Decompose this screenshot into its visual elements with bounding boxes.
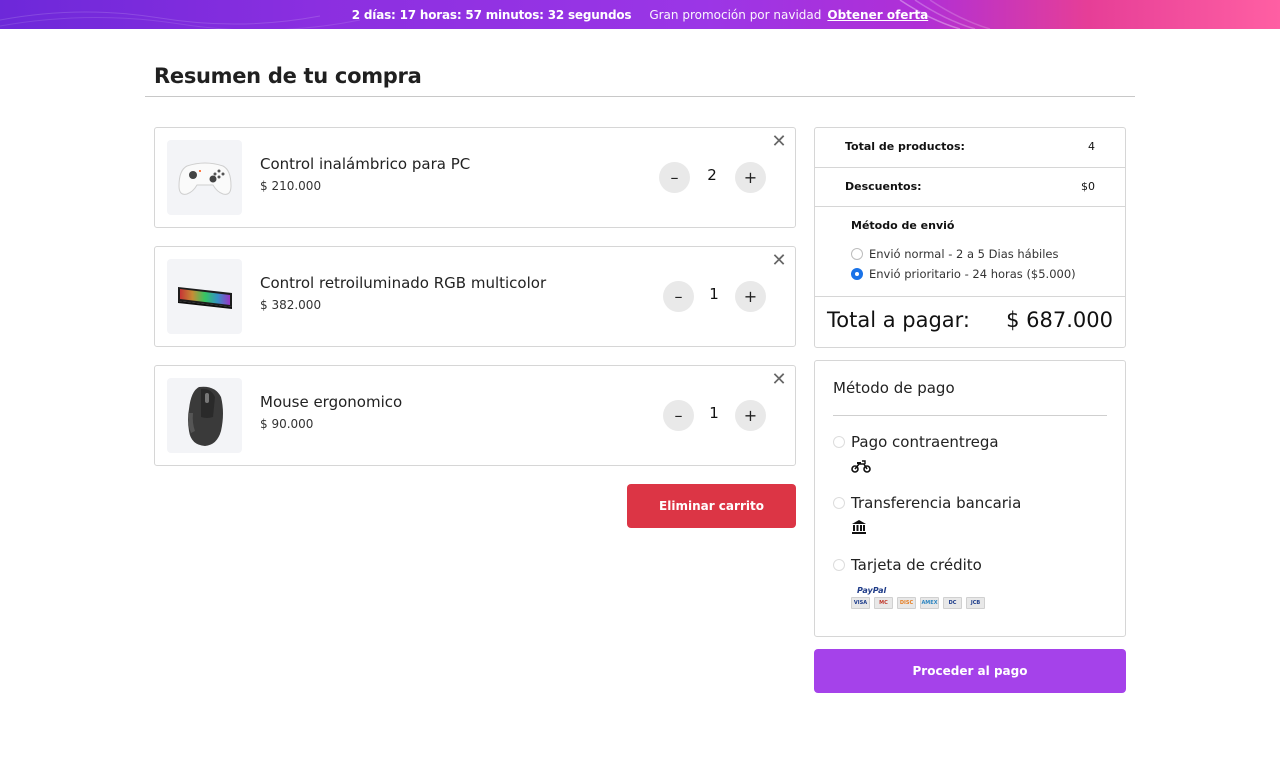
increase-quantity-button[interactable]: + [735,162,766,193]
increase-quantity-button[interactable]: + [735,281,766,312]
title-divider [145,96,1135,97]
increase-quantity-button[interactable]: + [735,400,766,431]
diners-club-icon: DC [943,597,962,609]
payment-method-panel: Método de pago Pago contraentrega Transf… [814,360,1126,637]
shipping-option-label: Envió normal - 2 a 5 Dias hábiles [869,247,1059,261]
summary-divider [815,167,1125,168]
item-price: $ 90.000 [260,417,314,431]
item-price: $ 210.000 [260,179,322,193]
cart-item: Control inalámbrico para PC $ 210.000 – … [154,127,796,228]
total-to-pay-value: $ 687.000 [1006,308,1113,332]
delete-cart-button[interactable]: Eliminar carrito [627,484,796,528]
item-price: $ 382.000 [260,298,322,312]
quantity-value: 2 [707,166,717,184]
remove-item-button[interactable]: ✕ [771,371,787,389]
proceed-to-payment-button[interactable]: Proceder al pago [814,649,1126,693]
summary-divider [815,296,1125,297]
decrease-quantity-button[interactable]: – [659,162,690,193]
discover-icon: DISC [897,597,916,609]
payment-divider [833,415,1107,416]
payment-option-label: Tarjeta de crédito [851,556,982,574]
page-title: Resumen de tu compra [154,64,422,88]
shipping-priority-radio[interactable] [851,268,863,280]
amex-icon: AMEX [920,597,939,609]
order-summary: Total de productos: 4 Descuentos: $0 Mét… [814,127,1126,348]
bank-icon [851,519,867,539]
item-name: Control retroiluminado RGB multicolor [260,274,547,292]
payment-option-label: Transferencia bancaria [851,494,1022,512]
shipping-option-label: Envió prioritario - 24 horas ($5.000) [869,267,1076,281]
bank-transfer-radio[interactable] [833,497,845,509]
remove-item-button[interactable]: ✕ [771,133,787,151]
payment-option-cash-on-delivery[interactable]: Pago contraentrega [833,433,999,451]
shipping-normal-radio[interactable] [851,248,863,260]
remove-item-button[interactable]: ✕ [771,252,787,270]
visa-icon: VISA [851,597,870,609]
promo-countdown: 2 días: 17 horas: 57 minutos: 32 segundo… [351,7,632,22]
payment-option-label: Pago contraentrega [851,433,999,451]
shipping-option-normal[interactable]: Envió normal - 2 a 5 Dias hábiles [851,247,1059,261]
shipping-option-priority[interactable]: Envió prioritario - 24 horas ($5.000) [851,267,1076,281]
quantity-value: 1 [709,404,719,422]
item-name: Mouse ergonomico [260,393,403,411]
keyboard-image [167,259,242,334]
mouse-image [167,378,242,453]
cart-item: Control retroiluminado RGB multicolor $ … [154,246,796,347]
cash-on-delivery-radio[interactable] [833,436,845,448]
gamepad-image [167,140,242,215]
paypal-logo: PayPal [857,586,887,595]
payment-method-title: Método de pago [833,379,955,397]
total-to-pay-label: Total a pagar: [827,308,971,332]
jcb-icon: JCB [966,597,985,609]
cart-item: Mouse ergonomico $ 90.000 – 1 + ✕ [154,365,796,466]
decrease-quantity-button[interactable]: – [663,400,694,431]
promo-offer-link[interactable]: Obtener oferta [827,8,928,22]
promo-message: Gran promoción por navidad [649,7,822,22]
item-name: Control inalámbrico para PC [260,155,471,173]
credit-cards-icon: PayPal VISA MC DISC AMEX DC JCB [851,586,985,609]
discounts-label: Descuentos: [845,180,922,193]
payment-option-credit-card[interactable]: Tarjeta de crédito [833,556,982,574]
decrease-quantity-button[interactable]: – [663,281,694,312]
summary-divider [815,206,1125,207]
credit-card-radio[interactable] [833,559,845,571]
total-products-value: 4 [1088,140,1095,153]
promo-banner: 2 días: 17 horas: 57 minutos: 32 segundo… [0,0,1280,29]
mastercard-icon: MC [874,597,893,609]
total-products-label: Total de productos: [845,140,965,153]
discounts-value: $0 [1081,180,1095,193]
shipping-method-title: Método de envió [851,219,955,232]
payment-option-bank-transfer[interactable]: Transferencia bancaria [833,494,1021,512]
quantity-value: 1 [709,285,719,303]
motorcycle-icon [851,458,871,477]
